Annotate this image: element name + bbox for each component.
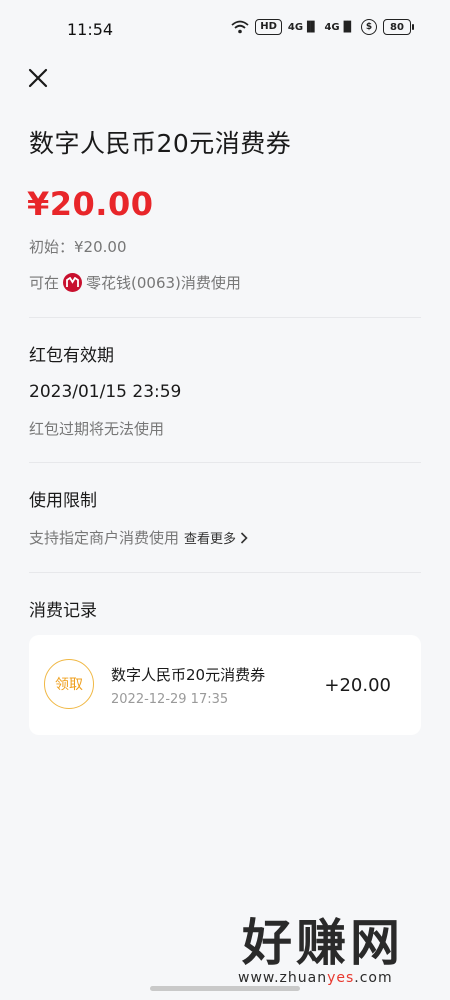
initial-amount: 初始：¥20.00 — [29, 238, 127, 256]
battery-level: 80 — [383, 19, 411, 35]
record-amount: +20.00 — [324, 675, 391, 696]
usable-account-row: 可在 零花钱(0063)消费使用 — [29, 272, 241, 293]
restrictions-row: 支持指定商户消费使用 查看更多 — [29, 527, 248, 548]
record-title: 数字人民币20元消费券 — [111, 666, 266, 684]
close-icon — [28, 68, 48, 88]
expiry-note: 红包过期将无法使用 — [29, 420, 165, 438]
divider — [29, 572, 421, 573]
restrictions-title: 使用限制 — [29, 491, 97, 511]
status-time: 11:54 — [67, 20, 114, 39]
wifi-icon — [231, 20, 249, 34]
claim-badge: 领取 — [44, 659, 94, 709]
coupon-amount: ¥20.00 — [27, 185, 154, 223]
usable-prefix: 可在 — [29, 274, 60, 292]
records-title: 消费记录 — [29, 601, 97, 621]
restrictions-text: 支持指定商户消费使用 — [29, 529, 180, 547]
watermark-url-suffix: .com — [354, 970, 393, 986]
home-indicator[interactable] — [150, 986, 300, 991]
signal-4g-icon: 4G▐▌ — [287, 21, 319, 33]
record-time: 2022-12-29 17:35 — [111, 692, 229, 707]
dollar-shield-icon: $ — [361, 19, 377, 35]
signal-4g-label-2: 4G — [324, 21, 340, 33]
see-more-label: 查看更多 — [184, 532, 237, 547]
watermark: 好赚网 www.zhuanyes.com — [238, 913, 438, 993]
expiry-date: 2023/01/15 23:59 — [29, 382, 182, 402]
page-title: 数字人民币20元消费券 — [29, 129, 292, 158]
watermark-logo: 好赚网 — [242, 914, 404, 972]
validity-title: 红包有效期 — [29, 346, 114, 366]
record-item[interactable]: 领取 数字人民币20元消费券 2022-12-29 17:35 +20.00 — [29, 635, 421, 735]
divider — [29, 462, 421, 463]
watermark-url-highlight: yes — [327, 970, 355, 986]
hd-icon: HD — [255, 19, 282, 35]
chevron-right-icon — [240, 531, 248, 544]
signal-4g-label: 4G — [287, 21, 304, 33]
battery-icon: 80 — [383, 19, 414, 35]
close-button[interactable] — [26, 66, 50, 90]
status-bar: 11:54 HD 4G▐▌ 4G▐▌ $ 80 — [0, 0, 450, 58]
bank-logo-icon — [63, 273, 83, 292]
status-icons: HD 4G▐▌ 4G▐▌ $ 80 — [231, 19, 414, 35]
see-more-link[interactable]: 查看更多 — [184, 528, 248, 547]
watermark-url-prefix: www.zhuan — [238, 970, 328, 986]
watermark-url: www.zhuanyes.com — [238, 970, 393, 986]
signal-4g-icon-2: 4G▐▌ — [324, 21, 355, 33]
usable-account: 零花钱(0063)消费使用 — [86, 274, 241, 292]
divider — [29, 317, 421, 318]
